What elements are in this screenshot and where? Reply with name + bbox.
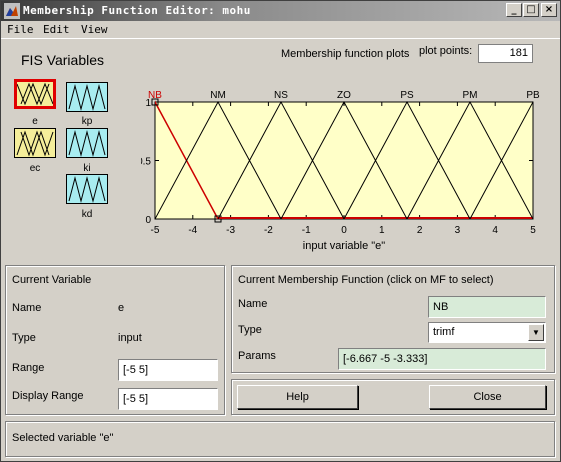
title-bar[interactable]: Membership Function Editor: mohu _ □ × — [1, 1, 560, 21]
range-input[interactable]: [-5 5] — [118, 359, 218, 381]
mf-label-nm: NM — [210, 90, 226, 101]
fis-variable-ki[interactable] — [66, 128, 108, 158]
help-button[interactable]: Help — [237, 385, 358, 409]
mf-type-select[interactable]: trimf ▼ — [428, 322, 546, 343]
mf-label-ps: PS — [400, 90, 414, 101]
mf-type-value: trimf — [433, 326, 455, 338]
fis-variable-kp[interactable] — [66, 82, 108, 112]
fis-variable-kd[interactable] — [66, 174, 108, 204]
mf-label-ns: NS — [274, 90, 288, 101]
plot-points-input[interactable]: 181 — [478, 44, 533, 63]
x-tick-label: 2 — [417, 225, 423, 236]
mf-thumbnail-icon — [68, 176, 106, 203]
params-input[interactable]: [-6.667 -5 -3.333] — [338, 348, 546, 370]
maximize-button[interactable]: □ — [523, 3, 539, 17]
x-tick-label: 0 — [341, 225, 347, 236]
minimize-button[interactable]: _ — [506, 3, 522, 17]
x-tick-label: 1 — [379, 225, 385, 236]
mf-label-pb: PB — [526, 90, 540, 101]
x-tick-label: -3 — [226, 225, 235, 236]
x-tick-label: -4 — [188, 225, 197, 236]
var-name-label: Name — [12, 302, 42, 314]
mf-thumbnail-icon — [16, 82, 54, 106]
menu-edit[interactable]: Edit — [43, 23, 70, 36]
mf-name-input[interactable]: NB — [428, 296, 546, 318]
chevron-down-icon[interactable]: ▼ — [528, 324, 544, 341]
current-variable-title: Current Variable — [12, 274, 92, 286]
x-tick-label: 3 — [455, 225, 461, 236]
mf-type-label: Type — [238, 324, 262, 336]
y-tick-label: 0 — [145, 215, 151, 226]
fis-variable-ec-label: ec — [29, 163, 41, 174]
status-panel: Selected variable "e" — [5, 421, 555, 457]
x-axis-label: input variable "e" — [303, 240, 386, 252]
menu-bar: File Edit View — [1, 21, 560, 39]
current-mf-panel: Current Membership Function (click on MF… — [231, 265, 555, 373]
x-tick-label: 5 — [530, 225, 536, 236]
buttons-panel: Help Close — [231, 379, 555, 415]
membership-function-plot[interactable]: -5-4-3-2-101234500.51input variable "e"N… — [141, 67, 551, 257]
range-label: Range — [12, 362, 45, 374]
var-name-value: e — [118, 302, 125, 314]
menu-file[interactable]: File — [7, 23, 34, 36]
mf-thumbnail-icon — [68, 130, 106, 157]
close-window-button[interactable]: × — [541, 3, 557, 17]
mf-name-label: Name — [238, 298, 268, 310]
var-type-value: input — [118, 332, 142, 344]
mf-label-zo: ZO — [337, 90, 351, 101]
current-variable-panel: Current Variable Name e Type input Range… — [5, 265, 225, 415]
x-tick-label: -2 — [264, 225, 273, 236]
var-type-label: Type — [12, 332, 36, 344]
x-tick-label: 4 — [492, 225, 498, 236]
mf-label-pm: PM — [462, 90, 477, 101]
plot-points-label: plot points: — [419, 45, 473, 57]
status-text: Selected variable "e" — [12, 432, 114, 444]
matlab-icon — [4, 3, 20, 19]
x-tick-label: -5 — [151, 225, 160, 236]
display-range-label: Display Range — [12, 390, 84, 402]
fis-variable-e[interactable] — [14, 79, 56, 109]
fis-variable-e-label: e — [32, 116, 38, 127]
mf-thumbnail-icon — [16, 130, 54, 157]
fis-variable-ec[interactable] — [14, 128, 56, 158]
plot-area — [154, 101, 534, 220]
menu-view[interactable]: View — [81, 23, 108, 36]
fis-variables-title: FIS Variables — [21, 52, 104, 68]
window-title: Membership Function Editor: mohu — [23, 4, 251, 17]
display-range-input[interactable]: [-5 5] — [118, 388, 218, 410]
fis-variable-ki-label: ki — [83, 163, 91, 174]
mf-editor-window: Membership Function Editor: mohu _ □ × F… — [0, 0, 561, 462]
fis-variable-kd-label: kd — [81, 209, 93, 220]
fis-variable-kp-label: kp — [81, 116, 93, 127]
close-button[interactable]: Close — [429, 385, 546, 409]
params-label: Params — [238, 350, 276, 362]
y-tick-label: 0.5 — [141, 157, 151, 168]
main-area: FIS Variables e ec kp ki kd Membership f… — [1, 39, 560, 257]
plot-title: Membership function plots — [281, 48, 410, 60]
mf-thumbnail-icon — [68, 84, 106, 111]
x-tick-label: -1 — [302, 225, 311, 236]
current-mf-title: Current Membership Function (click on MF… — [238, 274, 494, 286]
